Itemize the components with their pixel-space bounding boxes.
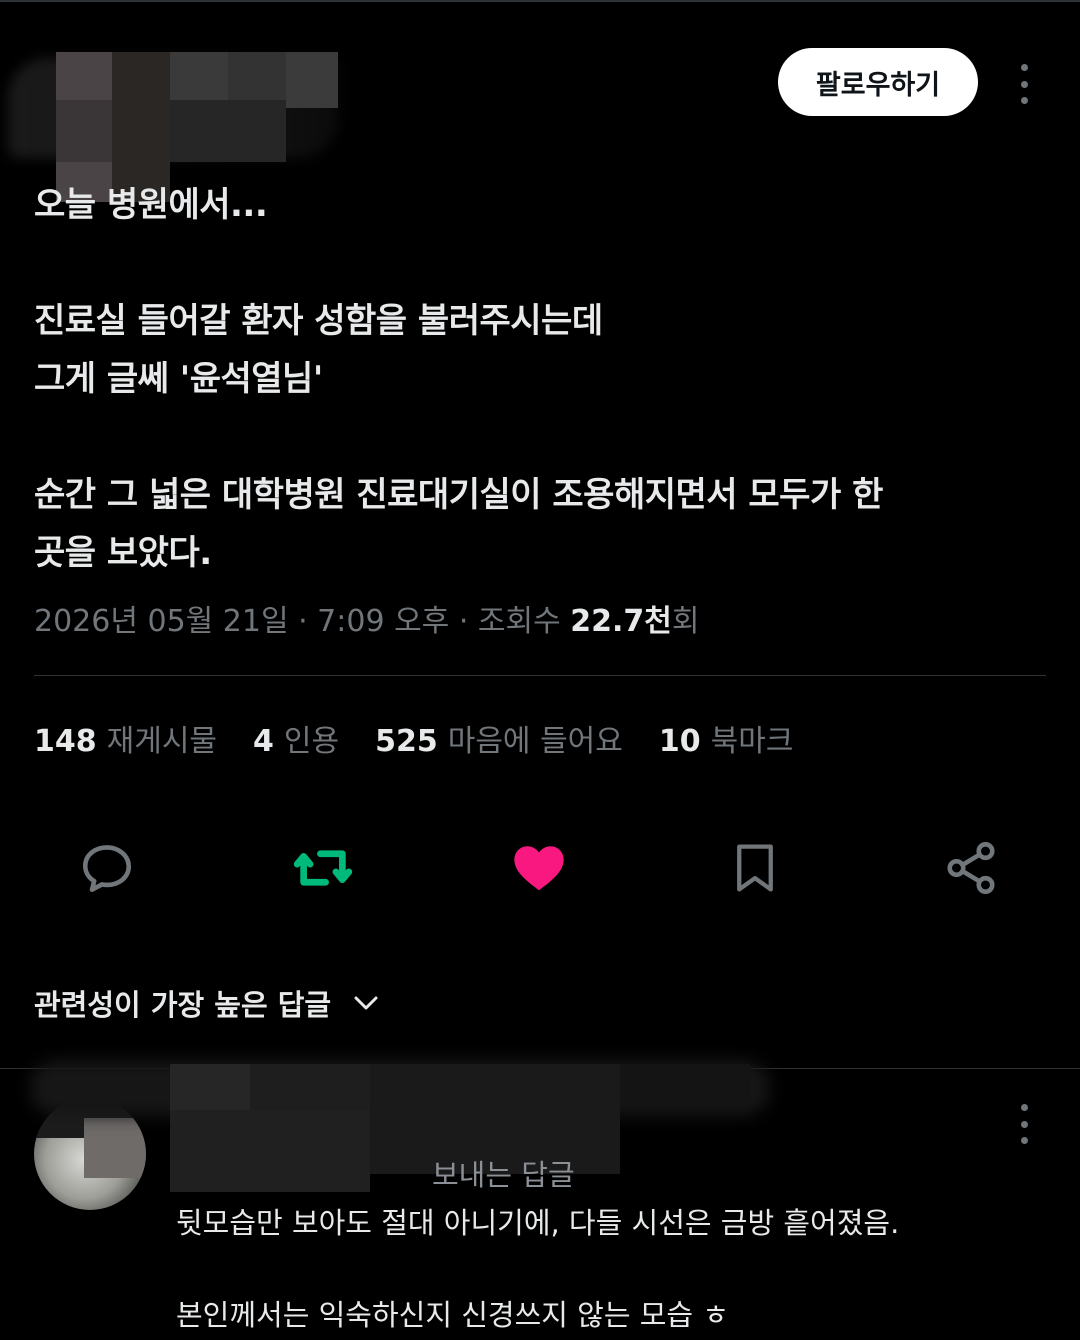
bookmark-icon bbox=[737, 844, 773, 892]
share-button[interactable] bbox=[936, 835, 1006, 901]
post-line: 진료실 들어갈 환자 성함을 불러주시는데 bbox=[34, 301, 603, 341]
post-line: 오늘 병원에서... bbox=[34, 185, 268, 225]
follow-button[interactable]: 팔로우하기 bbox=[778, 48, 978, 116]
author-redacted bbox=[8, 40, 338, 202]
reposts-stat[interactable]: 148 재게시물 bbox=[34, 716, 217, 760]
post-meta: 2026년 05월 21일 · 7:09 오후 · 조회수 22.7천회 bbox=[34, 596, 699, 640]
like-button[interactable] bbox=[504, 835, 574, 901]
view-count: 22.7천 bbox=[570, 604, 672, 639]
reply-context-label: 보내는 답글 bbox=[432, 1158, 575, 1192]
reply-sort-dropdown[interactable]: 관련성이 가장 높은 답글 bbox=[34, 982, 381, 1024]
top-divider bbox=[0, 0, 1080, 2]
reply-sort-label: 관련성이 가장 높은 답글 bbox=[34, 988, 332, 1022]
heart-icon bbox=[514, 846, 564, 891]
reply-author-redacted bbox=[20, 1050, 780, 1200]
more-options-icon[interactable] bbox=[1018, 64, 1030, 104]
bookmarks-stat[interactable]: 10 북마크 bbox=[659, 716, 794, 760]
likes-stat[interactable]: 525 마음에 들어요 bbox=[375, 716, 623, 760]
reply-body: 뒷모습만 보아도 절대 아니기에, 다들 시선은 금방 흩어졌음. 본인께서는 … bbox=[176, 1200, 1056, 1338]
meta-divider bbox=[34, 675, 1046, 676]
reply-line: 본인께서는 익숙하신지 신경쓰지 않는 모습 ㅎ bbox=[176, 1298, 730, 1332]
bookmark-button[interactable] bbox=[720, 835, 790, 901]
share-icon bbox=[947, 842, 995, 894]
view-count-suffix: 회 bbox=[671, 604, 700, 639]
comment-icon bbox=[82, 845, 132, 893]
chevron-down-icon bbox=[354, 996, 378, 1010]
action-bar bbox=[0, 835, 1080, 901]
reply-more-options-icon[interactable] bbox=[1018, 1104, 1030, 1144]
post-body: 오늘 병원에서... 진료실 들어갈 환자 성함을 불러주시는데 그게 글쎄 '… bbox=[34, 176, 1044, 582]
repost-icon bbox=[293, 850, 353, 886]
post-timestamp[interactable]: 2026년 05월 21일 · 7:09 오후 · 조회수 bbox=[34, 604, 570, 639]
post-line: 그게 글쎄 '윤석열님' bbox=[34, 359, 323, 399]
reply-button[interactable] bbox=[72, 835, 142, 901]
engagement-stats: 148 재게시물 4 인용 525 마음에 들어요 10 북마크 bbox=[34, 716, 793, 760]
quotes-stat[interactable]: 4 인용 bbox=[253, 716, 339, 760]
post-line: 순간 그 넓은 대학병원 진료대기실이 조용해지면서 모두가 한 bbox=[34, 475, 883, 515]
post-line: 곳을 보았다. bbox=[34, 533, 212, 573]
reply-line: 뒷모습만 보아도 절대 아니기에, 다들 시선은 금방 흩어졌음. bbox=[176, 1206, 900, 1240]
repost-button[interactable] bbox=[288, 835, 358, 901]
